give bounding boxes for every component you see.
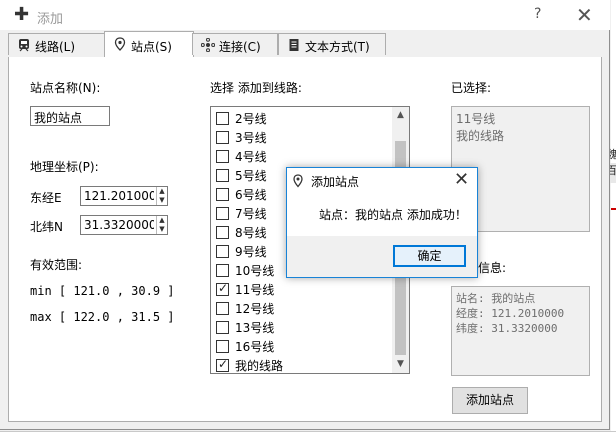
info-label: 信息: [478, 261, 507, 275]
scroll-down-icon[interactable]: ▼ [392, 356, 409, 373]
add-station-button[interactable]: 添加站点 [452, 387, 528, 414]
tab-connections[interactable]: 连接(C) [192, 33, 278, 55]
longitude-value: 121.201000 [84, 189, 154, 203]
checkbox-icon[interactable] [216, 302, 229, 315]
checkbox-icon[interactable] [216, 207, 229, 220]
checkbox-icon[interactable] [216, 169, 229, 182]
window-title: 添加 [37, 12, 64, 27]
line-checkbox-item[interactable]: 我的线路 [216, 357, 283, 376]
line-checkbox-item[interactable]: 3号线 [216, 129, 267, 148]
checkbox-icon[interactable] [216, 321, 229, 334]
scroll-up-icon[interactable]: ▲ [392, 107, 409, 124]
add-station-dialog: 添加站点 ✕ 站点：我的站点 添加成功！ 确定 [286, 167, 478, 278]
selected-line: 11号线 [456, 112, 496, 126]
checkbox-icon[interactable] [216, 188, 229, 201]
selected-label: 已选择: [451, 81, 492, 95]
line-checkbox-label: 4号线 [235, 150, 267, 164]
info-longitude: 经度: 121.2010000 [456, 307, 565, 320]
line-checkbox-label: 11号线 [235, 283, 275, 297]
tab-stations[interactable]: 站点(S) [104, 31, 194, 57]
line-checkbox-label: 7号线 [235, 207, 267, 221]
tab-text-mode-label: 文本方式(T) [305, 40, 370, 54]
background-window-bottom [0, 431, 616, 439]
dialog-message: 站点：我的站点 添加成功！ [319, 208, 467, 222]
checkbox-icon[interactable] [216, 264, 229, 277]
background-window-edge [611, 0, 616, 439]
dialog-close-button[interactable]: ✕ [454, 169, 469, 190]
checkbox-icon[interactable] [216, 245, 229, 258]
title-bar: ✚ 添加 ? ✕ [0, 0, 610, 30]
range-max: max [ 122.0 , 31.5 ] [30, 310, 175, 324]
dialog-title-bar: 添加站点 ✕ [287, 168, 477, 194]
plus-icon: ✚ [14, 4, 30, 25]
line-checkbox-label: 我的线路 [235, 359, 284, 373]
latitude-label: 北纬N [30, 220, 63, 234]
valid-range-label: 有效范围: [30, 258, 83, 272]
line-select-label: 选择 添加到线路: [210, 81, 302, 95]
longitude-spinbox[interactable]: 121.201000 ▲ ▼ [80, 186, 168, 206]
close-button[interactable]: ✕ [576, 3, 593, 27]
info-name: 站名: 我的站点 [456, 292, 536, 305]
line-checkbox-label: 5号线 [235, 169, 267, 183]
line-checkbox-item[interactable]: 4号线 [216, 148, 267, 167]
dialog-title: 添加站点 [311, 175, 360, 189]
help-button[interactable]: ? [534, 6, 541, 22]
checkbox-icon[interactable] [216, 150, 229, 163]
station-name-input[interactable]: 我的站点 [30, 106, 110, 126]
checkbox-icon[interactable] [216, 112, 229, 125]
line-checkbox-item[interactable]: 7号线 [216, 205, 267, 224]
line-checkbox-label: 8号线 [235, 226, 267, 240]
location-pin-icon [293, 174, 303, 188]
spin-arrows-icon[interactable]: ▲ ▼ [156, 216, 167, 234]
line-checkbox-label: 2号线 [235, 112, 267, 126]
line-checkbox-label: 3号线 [235, 131, 267, 145]
checkbox-icon[interactable] [216, 131, 229, 144]
station-name-label: 站点名称(N): [30, 81, 101, 95]
longitude-label: 东经E [30, 191, 62, 205]
tab-text-mode[interactable]: 文本方式(T) [278, 33, 386, 55]
latitude-value: 31.3320000 [84, 218, 154, 232]
tab-connections-label: 连接(C) [219, 40, 261, 54]
checkbox-checked-icon[interactable] [216, 357, 229, 372]
coordinates-label: 地理坐标(P): [30, 160, 99, 174]
latitude-spinbox[interactable]: 31.3320000 ▲ ▼ [80, 215, 168, 235]
range-min: min [ 121.0 , 30.9 ] [30, 284, 175, 298]
line-checkbox-label: 10号线 [235, 264, 275, 278]
line-checkbox-item[interactable]: 2号线 [216, 110, 267, 129]
checkbox-icon[interactable] [216, 340, 229, 353]
line-checkbox-item[interactable]: 13号线 [216, 319, 274, 338]
line-checkbox-item[interactable]: 5号线 [216, 167, 267, 186]
line-checkbox-label: 12号线 [235, 302, 275, 316]
dialog-body: 站点：我的站点 添加成功！ [287, 194, 477, 236]
checkbox-icon[interactable] [216, 226, 229, 239]
tab-lines[interactable]: 线路(L) [8, 33, 106, 55]
line-checkbox-label: 6号线 [235, 188, 267, 202]
selected-line: 我的线路 [456, 129, 505, 143]
document-icon [289, 39, 299, 51]
connection-icon [201, 38, 215, 52]
line-checkbox-item[interactable]: 10号线 [216, 262, 274, 281]
dialog-ok-button[interactable]: 确定 [393, 245, 466, 267]
station-info-box: 站名: 我的站点 经度: 121.2010000 纬度: 31.3320000 [451, 286, 590, 376]
tab-stations-label: 站点(S) [131, 40, 172, 54]
line-checkbox-item[interactable]: 6号线 [216, 186, 267, 205]
line-checkbox-item[interactable]: 16号线 [216, 338, 274, 357]
location-pin-icon [114, 37, 126, 51]
checkbox-checked-icon[interactable] [216, 281, 229, 296]
spin-arrows-icon[interactable]: ▲ ▼ [156, 187, 167, 205]
line-checkbox-label: 13号线 [235, 321, 275, 335]
line-checkbox-label: 16号线 [235, 340, 275, 354]
train-icon [19, 39, 29, 52]
info-latitude: 纬度: 31.3320000 [456, 322, 558, 335]
line-checkbox-label: 9号线 [235, 245, 267, 259]
tab-lines-label: 线路(L) [35, 40, 76, 54]
line-checkbox-item[interactable]: 9号线 [216, 243, 267, 262]
line-checkbox-item[interactable]: 12号线 [216, 300, 274, 319]
tab-bar: 线路(L) 站点(S) 连接(C) 文本方式(T) [0, 31, 610, 57]
line-checkbox-item[interactable]: 11号线 [216, 281, 274, 300]
line-checkbox-item[interactable]: 8号线 [216, 224, 267, 243]
